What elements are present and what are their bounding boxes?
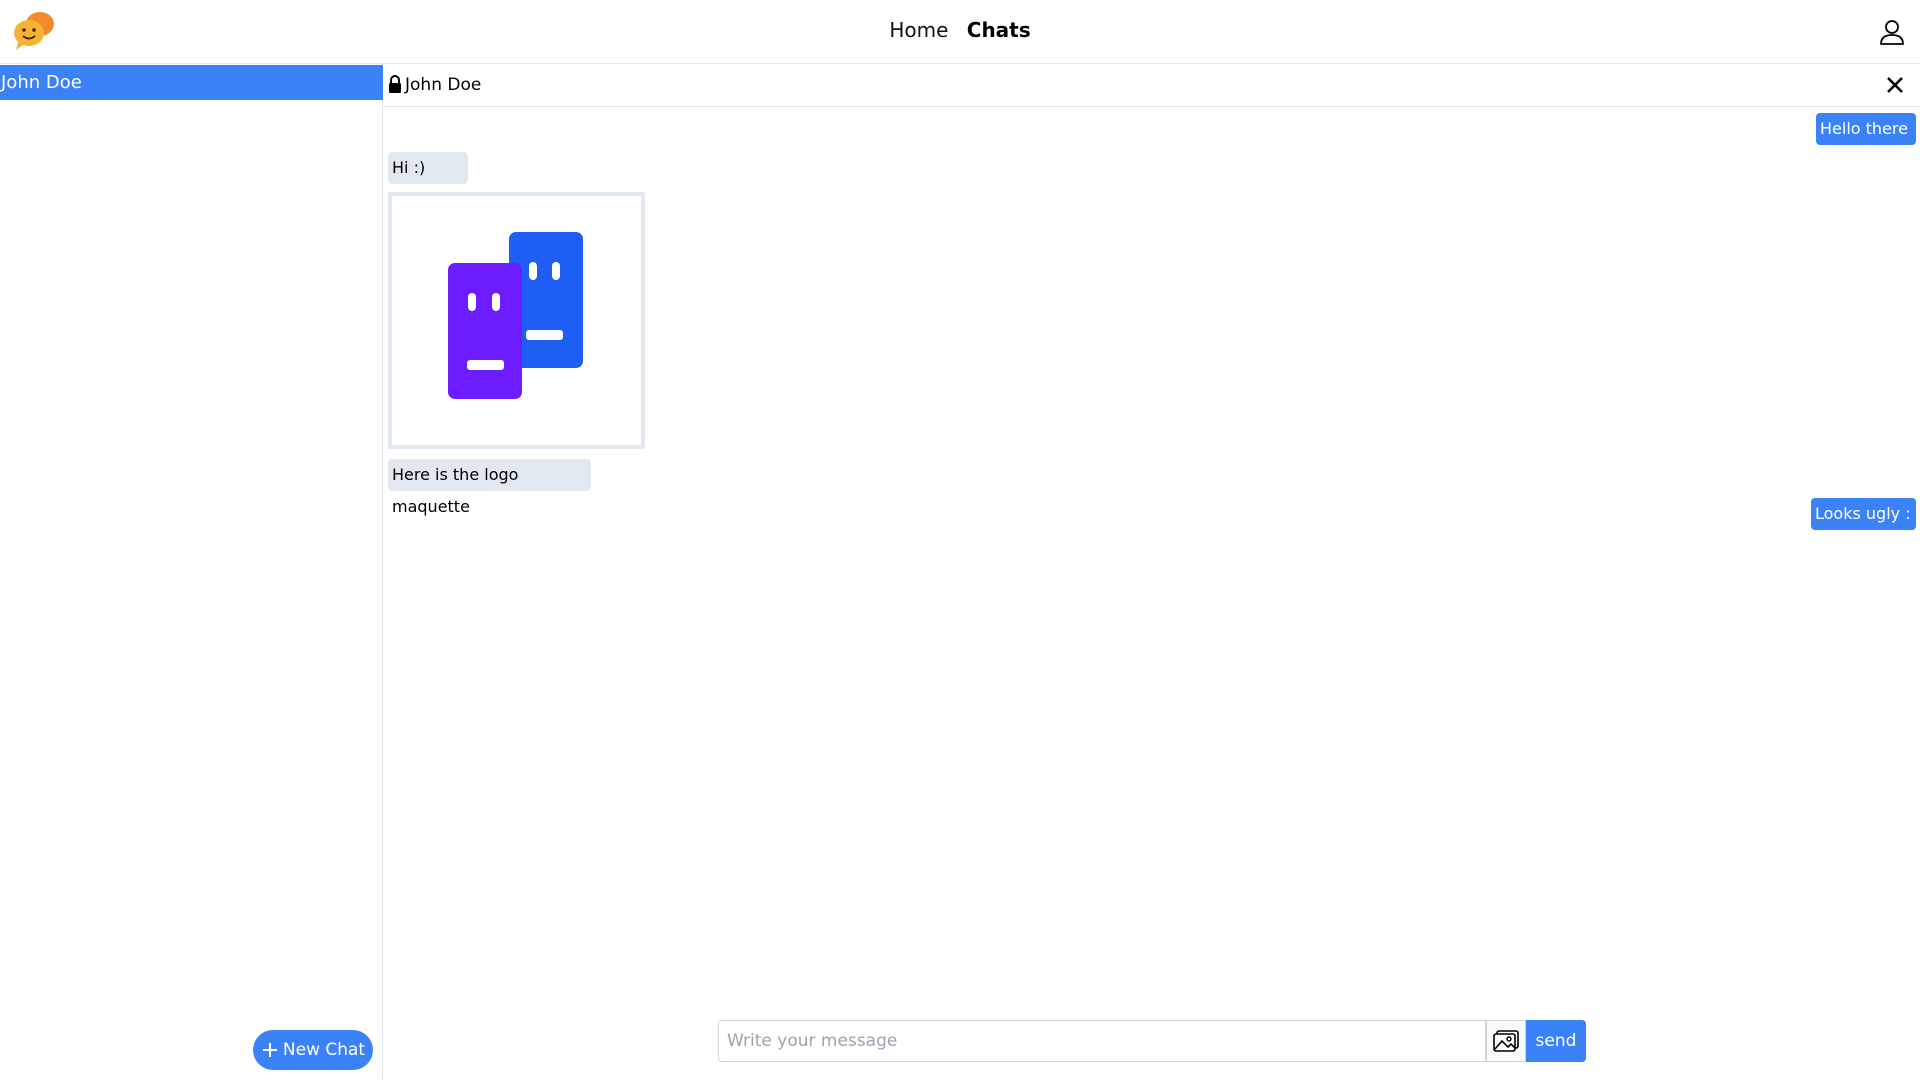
plus-icon — [262, 1043, 277, 1057]
message-bubble-incoming: Here is the logo maquette — [388, 459, 591, 516]
attach-image-button[interactable] — [1486, 1020, 1526, 1062]
new-chat-button[interactable]: New Chat — [253, 1030, 373, 1070]
user-icon[interactable] — [1878, 18, 1906, 46]
chat-title: John Doe — [405, 75, 482, 95]
message-bubble-outgoing: Looks ugly :( — [1811, 498, 1916, 555]
top-navbar: Home Chats — [0, 0, 1920, 64]
chat-panel: John Doe Hello there ! Hi :) Here is the… — [384, 64, 1920, 1080]
new-chat-label: New Chat — [282, 1040, 366, 1060]
logo-maquette-image — [448, 232, 583, 399]
message-input[interactable] — [718, 1020, 1486, 1062]
send-button[interactable]: send — [1526, 1020, 1586, 1062]
chat-header: John Doe — [384, 64, 1920, 107]
nav-home-link[interactable]: Home — [889, 18, 948, 42]
image-icon — [1493, 1030, 1519, 1052]
chat-list-sidebar: John Doe New Chat — [0, 64, 383, 1080]
message-image[interactable] — [388, 192, 645, 449]
message-composer: send — [718, 1020, 1586, 1062]
lock-icon — [389, 75, 401, 93]
message-bubble-incoming: Hi :) — [388, 152, 468, 184]
chat-list-item[interactable]: John Doe — [0, 65, 383, 100]
close-icon[interactable] — [1884, 74, 1906, 96]
main-nav: Home Chats — [0, 18, 1920, 42]
message-bubble-outgoing: Hello there ! — [1816, 113, 1916, 170]
nav-chats-link[interactable]: Chats — [967, 18, 1031, 42]
